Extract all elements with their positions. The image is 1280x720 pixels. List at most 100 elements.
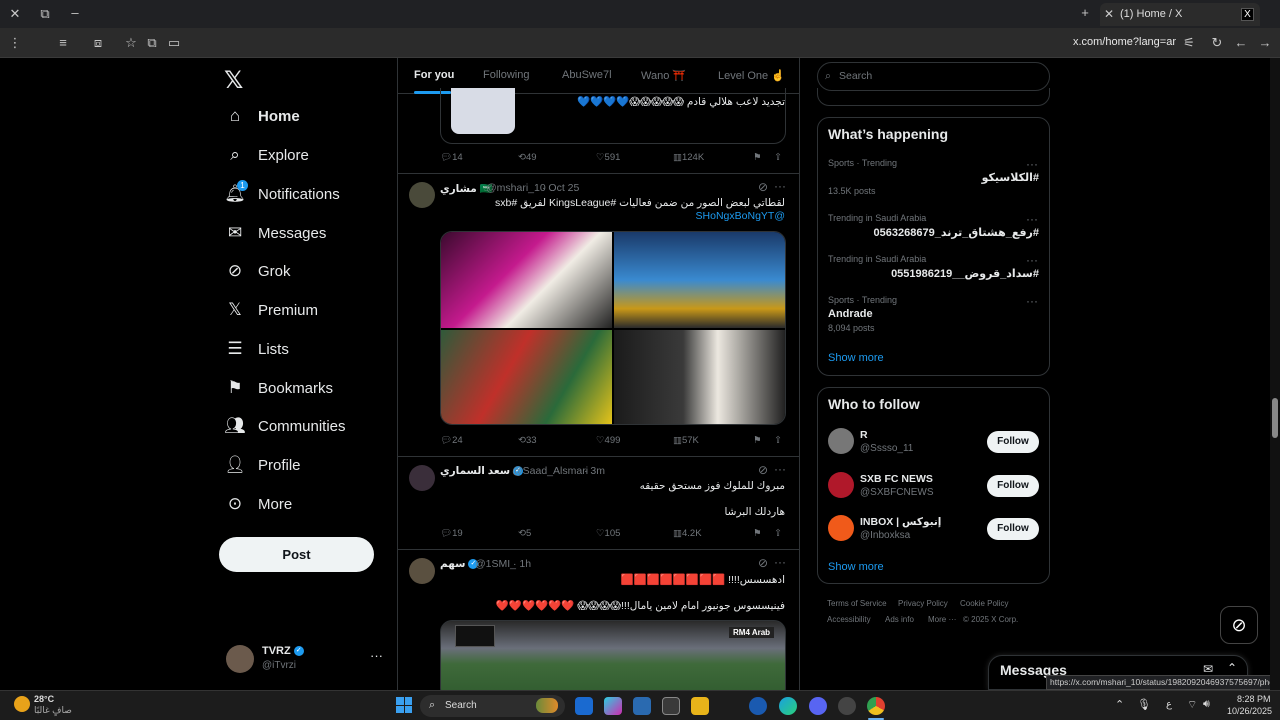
media-thumbnail[interactable] — [451, 88, 515, 134]
nav-messages[interactable]: ✉ Messages — [225, 218, 327, 248]
nav-more[interactable]: ⊙ More — [225, 489, 292, 519]
nav-premium[interactable]: 𝕏 Premium — [225, 295, 318, 325]
footer-ads-info[interactable]: Ads info — [885, 615, 914, 624]
reply-button[interactable]: 💬︎ 24 — [440, 435, 463, 446]
copilot-icon[interactable] — [604, 697, 622, 715]
trend-item[interactable]: Sports · Trending ··· Andrade 8,094 post… — [818, 291, 1049, 335]
nav-notifications[interactable]: 🔔︎ 1 Notifications — [224, 179, 340, 209]
store-icon[interactable] — [662, 697, 680, 715]
windows-start-icon[interactable] — [396, 697, 412, 713]
avatar[interactable] — [409, 182, 435, 208]
tweet-author-name-row[interactable]: سعد السماري ✓ — [440, 465, 524, 477]
share-icon[interactable]: ⇪ — [774, 152, 782, 163]
tweet-author-handle[interactable]: @Saad_Alsmari — [512, 465, 588, 477]
tweet-author-handle[interactable]: @mshari_10 — [486, 182, 546, 194]
tweet-time[interactable]: · 3m — [584, 465, 605, 477]
follow-button[interactable]: Follow — [987, 475, 1039, 497]
nav-lists[interactable]: ☰ Lists — [225, 334, 288, 364]
like-button[interactable]: ♡ 105 — [596, 528, 620, 539]
media-photo-1[interactable] — [441, 232, 612, 328]
account-switcher[interactable]: TVRZ ✓ @iTvrzi ··· — [226, 643, 386, 683]
share-icon[interactable]: ⧉ — [143, 35, 161, 51]
extensions-icon[interactable]: ⧈ — [89, 35, 107, 51]
nav-grok[interactable]: ⊘ Grok — [225, 256, 291, 286]
more-icon[interactable]: ··· — [370, 648, 383, 663]
scrollbar-thumb[interactable] — [1272, 398, 1278, 438]
back-icon[interactable]: ← — [1232, 35, 1250, 51]
more-icon[interactable]: ··· — [774, 555, 786, 569]
wifi-icon[interactable]: ⌔ — [1187, 698, 1197, 712]
tweet-author-name[interactable]: مشاري 🇸🇦 — [440, 182, 493, 195]
clock-date[interactable]: 10/26/2025 — [1227, 706, 1272, 716]
nav-home[interactable]: ⌂ Home — [225, 101, 300, 131]
bookmark-icon[interactable]: ⚑ — [753, 435, 762, 446]
scrollbar[interactable] — [1270, 58, 1280, 690]
bookmark-icon[interactable]: ⚑ — [753, 152, 762, 163]
repost-button[interactable]: ⟲ 5 — [518, 528, 531, 539]
search-input[interactable]: ⌕ Search — [817, 62, 1050, 91]
chrome-icon[interactable] — [867, 697, 885, 715]
new-tab-icon[interactable]: + — [1076, 5, 1094, 21]
volume-icon[interactable]: 🔊︎ — [1203, 698, 1210, 711]
trend-item[interactable]: Sports · Trending ··· #الكلاسيكو 13.5K p… — [818, 154, 1049, 198]
media-photo-2[interactable] — [614, 232, 785, 328]
follow-button[interactable]: Follow — [987, 431, 1039, 453]
grok-icon[interactable]: ⊘ — [758, 556, 768, 570]
footer-more[interactable]: More ··· — [928, 615, 956, 624]
chevron-up-icon[interactable]: ⌃ — [1115, 698, 1124, 711]
media-photo-3[interactable] — [441, 330, 612, 424]
tab-abuswe7l[interactable]: AbuSwe7l — [562, 69, 612, 81]
microphone-icon[interactable]: 🎙︎ — [1137, 698, 1151, 711]
tweet-media-video[interactable]: RM4 Arab — [440, 620, 786, 690]
follow-suggestion[interactable]: SXB FC NEWS @SXBFCNEWS Follow — [818, 470, 1049, 510]
weather-desc[interactable]: صافٍ غالبًا — [34, 705, 72, 716]
views-button[interactable]: ▥ 4.2K — [673, 528, 702, 539]
avatar[interactable] — [409, 465, 435, 491]
tab-wano[interactable]: Wano ⛩️ — [641, 69, 686, 82]
more-icon[interactable]: ··· — [774, 462, 786, 476]
bookmark-icon[interactable]: ⚑ — [753, 528, 762, 539]
follow-suggestion[interactable]: INBOX | إنبوكس @Inboxksa Follow — [818, 513, 1049, 553]
weather-icon[interactable] — [14, 696, 30, 712]
repost-button[interactable]: ⟲ 49 — [518, 152, 537, 163]
footer-accessibility[interactable]: Accessibility — [827, 615, 871, 624]
follow-suggestion[interactable]: R @Sssso_11 Follow — [818, 426, 1049, 466]
like-button[interactable]: ♡ 591 — [596, 152, 620, 163]
defender-icon[interactable] — [633, 697, 651, 715]
footer-terms[interactable]: Terms of Service — [827, 599, 887, 608]
cast-icon[interactable]: ▭ — [165, 35, 183, 51]
nav-explore[interactable]: ⌕ Explore — [225, 140, 309, 170]
nav-bookmarks[interactable]: ⚑ Bookmarks — [225, 373, 333, 403]
site-settings-icon[interactable]: ⚟ — [1180, 35, 1198, 51]
more-icon[interactable]: ··· — [1026, 253, 1038, 267]
grok-floating-button[interactable]: ⊘ — [1220, 606, 1258, 644]
app-icon[interactable] — [838, 697, 856, 715]
views-button[interactable]: ▥ 124K — [673, 152, 704, 163]
close-tab-icon[interactable]: ✕ — [1104, 3, 1114, 26]
reload-icon[interactable]: ↻ — [1208, 35, 1226, 51]
repost-button[interactable]: ⟲ 33 — [518, 435, 537, 446]
show-more-link[interactable]: Show more — [828, 352, 884, 364]
footer-cookie[interactable]: Cookie Policy — [960, 599, 1008, 608]
weather-temp[interactable]: 28°C — [34, 694, 54, 704]
share-icon[interactable]: ⇪ — [774, 528, 782, 539]
share-icon[interactable]: ⇪ — [774, 435, 782, 446]
tweet-author-handle[interactable]: @1SMI_ — [475, 558, 516, 570]
avatar[interactable] — [409, 558, 435, 584]
chevron-up-icon[interactable]: ⌃ — [1227, 661, 1237, 675]
post-button[interactable]: Post — [219, 537, 374, 572]
edge-icon[interactable] — [779, 697, 797, 715]
browser-tab[interactable]: ✕ (1) Home / X X — [1100, 3, 1260, 26]
show-more-link[interactable]: Show more — [828, 561, 884, 573]
tab-following[interactable]: Following — [483, 69, 529, 81]
more-icon[interactable]: ··· — [1026, 212, 1038, 226]
follow-button[interactable]: Follow — [987, 518, 1039, 540]
reply-button[interactable]: 💬︎ 19 — [440, 528, 463, 539]
clock-time[interactable]: 8:28 PM — [1237, 694, 1271, 704]
forward-icon[interactable]: → — [1256, 35, 1274, 51]
trend-item[interactable]: Trending in Saudi Arabia ··· #سداد_قروض_… — [818, 250, 1049, 286]
tweet-time[interactable]: · 1h — [513, 558, 531, 570]
tweet-mention-link[interactable]: @SHoNgxBoNgYT — [696, 210, 785, 222]
tweet-author-name-row[interactable]: سهم ✓ — [440, 558, 479, 570]
restore-window-icon[interactable]: ⧉ — [36, 6, 54, 22]
